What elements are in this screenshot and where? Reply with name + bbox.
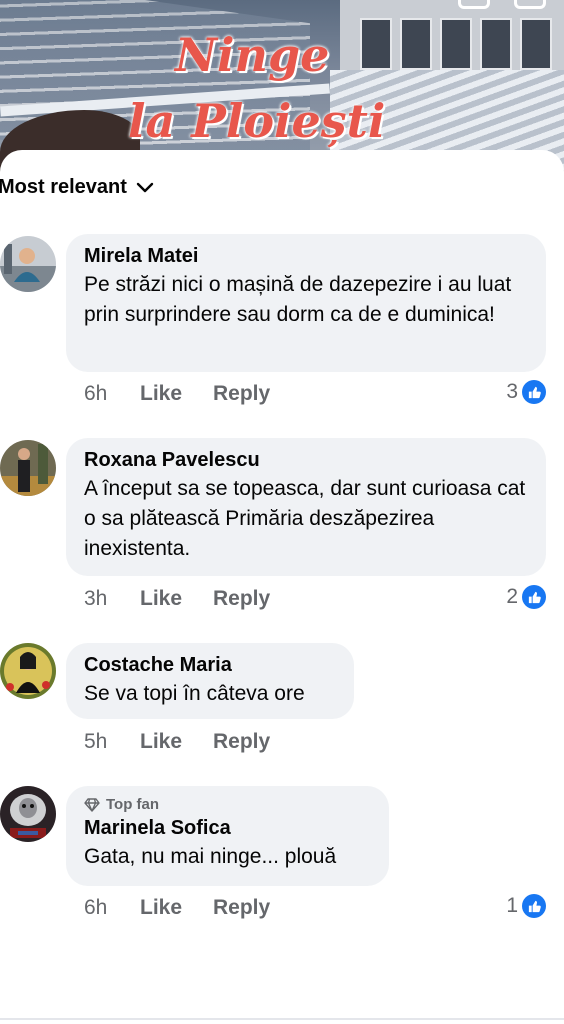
avatar[interactable] <box>0 440 56 496</box>
diamond-icon <box>84 798 100 812</box>
window <box>400 18 432 70</box>
menu-icon[interactable] <box>514 0 546 9</box>
reaction-count[interactable]: 1 <box>506 894 546 918</box>
comment-bubble[interactable]: Mirela Matei Pe străzi nici o mașină de … <box>66 234 546 372</box>
comment-text: Pe străzi nici o mașină de dazepezire i … <box>84 273 512 326</box>
comment-text: A început sa se topeasca, dar sunt curio… <box>84 477 526 560</box>
sort-selector[interactable]: Most relevant <box>0 176 155 199</box>
bottom-divider <box>0 1018 564 1020</box>
post-image[interactable]: Ninge la Ploiești <box>0 0 564 175</box>
chevron-down-icon <box>136 182 154 192</box>
search-icon[interactable] <box>458 0 490 9</box>
image-title-line2: la Ploiești <box>128 94 386 148</box>
reaction-count[interactable]: 3 <box>506 380 546 404</box>
comment-author[interactable]: Mirela Matei <box>84 244 528 268</box>
comment-time[interactable]: 6h <box>84 896 140 920</box>
comment-actions: 6h Like Reply <box>84 896 270 920</box>
reply-button[interactable]: Reply <box>213 587 270 611</box>
comment-time[interactable]: 5h <box>84 730 140 754</box>
window <box>440 18 472 70</box>
top-fan-badge[interactable]: Top fan <box>84 796 371 814</box>
comment-author[interactable]: Costache Maria <box>84 653 336 677</box>
comment-bubble[interactable]: Costache Maria Se va topi în câteva ore <box>66 643 354 719</box>
comment-bubble[interactable]: Roxana Pavelescu A început sa se topeasc… <box>66 438 546 576</box>
like-button[interactable]: Like <box>140 896 213 920</box>
avatar[interactable] <box>0 236 56 292</box>
reaction-count[interactable]: 2 <box>506 585 546 609</box>
reply-button[interactable]: Reply <box>213 382 270 406</box>
window <box>360 18 392 70</box>
thumbs-up-icon <box>522 585 546 609</box>
thumbs-up-icon <box>522 380 546 404</box>
comment-text: Gata, nu mai ninge... plouă <box>84 845 337 868</box>
like-button[interactable]: Like <box>140 587 213 611</box>
comment-actions: 5h Like Reply <box>84 730 270 754</box>
like-button[interactable]: Like <box>140 382 213 406</box>
image-title-line1: Ninge <box>175 28 330 82</box>
avatar[interactable] <box>0 786 56 842</box>
reaction-number: 1 <box>506 894 518 917</box>
comment-actions: 3h Like Reply <box>84 587 270 611</box>
reply-button[interactable]: Reply <box>213 730 270 754</box>
window <box>520 18 552 70</box>
avatar[interactable] <box>0 643 56 699</box>
sort-label: Most relevant <box>0 176 127 198</box>
badge-label: Top fan <box>106 796 160 813</box>
comment-time[interactable]: 6h <box>84 382 140 406</box>
window <box>480 18 512 70</box>
reaction-number: 2 <box>506 585 518 608</box>
comment-text: Se va topi în câteva ore <box>84 682 305 705</box>
reply-button[interactable]: Reply <box>213 896 270 920</box>
thumbs-up-icon <box>522 894 546 918</box>
comment-author[interactable]: Roxana Pavelescu <box>84 448 528 472</box>
comment-time[interactable]: 3h <box>84 587 140 611</box>
comment-author[interactable]: Marinela Sofica <box>84 816 371 840</box>
like-button[interactable]: Like <box>140 730 213 754</box>
reaction-number: 3 <box>506 380 518 403</box>
comment-bubble[interactable]: Top fan Marinela Sofica Gata, nu mai nin… <box>66 786 389 886</box>
comment-actions: 6h Like Reply <box>84 382 270 406</box>
